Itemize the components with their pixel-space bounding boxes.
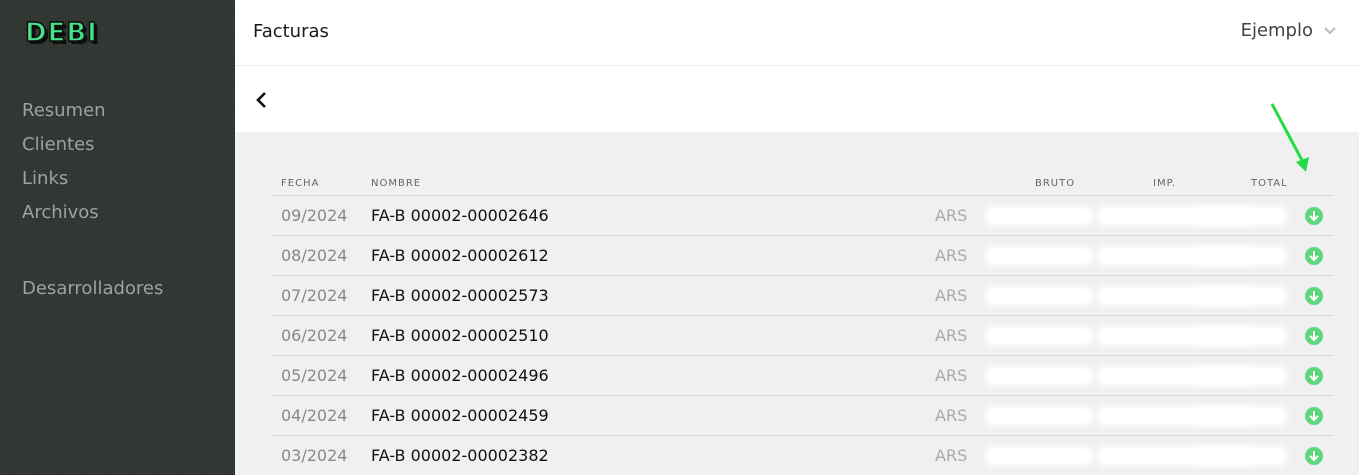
- redacted-total: [1196, 450, 1284, 462]
- redacted-total: [1196, 330, 1284, 342]
- sidebar-nav: Resumen Clientes Links Archivos: [22, 98, 106, 234]
- redacted-bruto: [989, 210, 1089, 222]
- row-nombre[interactable]: FA-B 00002-00002496: [371, 366, 549, 386]
- sidebar: DEBI Resumen Clientes Links Archivos Des…: [0, 0, 235, 475]
- row-nombre[interactable]: FA-B 00002-00002573: [371, 286, 549, 306]
- redacted-bruto: [989, 370, 1089, 382]
- sidebar-item-desarrolladores[interactable]: Desarrolladores: [22, 276, 163, 302]
- header-fecha: FECHA: [281, 178, 320, 189]
- row-moneda: ARS: [935, 446, 968, 465]
- top-header: Facturas Ejemplo: [235, 0, 1359, 66]
- row-moneda: ARS: [935, 286, 968, 305]
- download-icon[interactable]: [1305, 207, 1323, 225]
- download-icon[interactable]: [1305, 367, 1323, 385]
- row-fecha: 05/2024: [281, 366, 348, 385]
- download-icon[interactable]: [1305, 447, 1323, 465]
- back-bar: [235, 66, 1359, 132]
- redacted-total: [1196, 410, 1284, 422]
- redacted-bruto: [989, 290, 1089, 302]
- table-row[interactable]: 04/2024 FA-B 00002-00002459 ARS: [271, 396, 1333, 436]
- download-icon[interactable]: [1305, 407, 1323, 425]
- row-nombre[interactable]: FA-B 00002-00002510: [371, 326, 549, 346]
- row-fecha: 03/2024: [281, 446, 348, 465]
- redacted-total: [1196, 250, 1284, 262]
- table-row[interactable]: 09/2024 FA-B 00002-00002646 ARS: [271, 196, 1333, 236]
- download-icon[interactable]: [1305, 327, 1323, 345]
- row-fecha: 08/2024: [281, 246, 348, 265]
- account-name: Ejemplo: [1240, 20, 1313, 41]
- table-header: FECHA NOMBRE BRUTO IMP. TOTAL: [271, 170, 1333, 196]
- row-fecha: 06/2024: [281, 326, 348, 345]
- row-moneda: ARS: [935, 366, 968, 385]
- invoices-table: FECHA NOMBRE BRUTO IMP. TOTAL 09/2024 FA…: [271, 170, 1333, 475]
- header-bruto: BRUTO: [1035, 178, 1076, 189]
- chevron-down-icon: [1324, 26, 1336, 34]
- chevron-left-icon[interactable]: [251, 89, 273, 111]
- row-moneda: ARS: [935, 246, 968, 265]
- debi-logo[interactable]: DEBI: [24, 17, 98, 49]
- sidebar-item-links[interactable]: Links: [22, 166, 106, 200]
- download-icon[interactable]: [1305, 287, 1323, 305]
- row-moneda: ARS: [935, 206, 968, 225]
- redacted-bruto: [989, 330, 1089, 342]
- download-icon[interactable]: [1305, 247, 1323, 265]
- row-nombre[interactable]: FA-B 00002-00002646: [371, 206, 549, 226]
- table-row[interactable]: 06/2024 FA-B 00002-00002510 ARS: [271, 316, 1333, 356]
- row-nombre[interactable]: FA-B 00002-00002382: [371, 446, 549, 466]
- table-body: 09/2024 FA-B 00002-00002646 ARS 08/2024 …: [271, 196, 1333, 475]
- row-fecha: 04/2024: [281, 406, 348, 425]
- redacted-total: [1196, 290, 1284, 302]
- annotation-arrow: [1270, 103, 1309, 172]
- row-nombre[interactable]: FA-B 00002-00002459: [371, 406, 549, 426]
- row-nombre[interactable]: FA-B 00002-00002612: [371, 246, 549, 266]
- sidebar-item-resumen[interactable]: Resumen: [22, 98, 106, 132]
- row-moneda: ARS: [935, 406, 968, 425]
- redacted-total: [1196, 370, 1284, 382]
- redacted-total: [1196, 210, 1284, 222]
- table-row[interactable]: 08/2024 FA-B 00002-00002612 ARS: [271, 236, 1333, 276]
- redacted-bruto: [989, 250, 1089, 262]
- account-dropdown[interactable]: Ejemplo: [1241, 20, 1337, 41]
- page-title: Facturas: [253, 21, 329, 42]
- sidebar-item-clientes[interactable]: Clientes: [22, 132, 106, 166]
- row-moneda: ARS: [935, 326, 968, 345]
- header-imp: IMP.: [1153, 178, 1177, 189]
- row-fecha: 07/2024: [281, 286, 348, 305]
- sidebar-item-archivos[interactable]: Archivos: [22, 200, 106, 234]
- redacted-bruto: [989, 410, 1089, 422]
- redacted-bruto: [989, 450, 1089, 462]
- header-nombre: NOMBRE: [371, 178, 422, 189]
- table-row[interactable]: 07/2024 FA-B 00002-00002573 ARS: [271, 276, 1333, 316]
- table-row[interactable]: 05/2024 FA-B 00002-00002496 ARS: [271, 356, 1333, 396]
- table-row[interactable]: 03/2024 FA-B 00002-00002382 ARS: [271, 436, 1333, 475]
- row-fecha: 09/2024: [281, 206, 348, 225]
